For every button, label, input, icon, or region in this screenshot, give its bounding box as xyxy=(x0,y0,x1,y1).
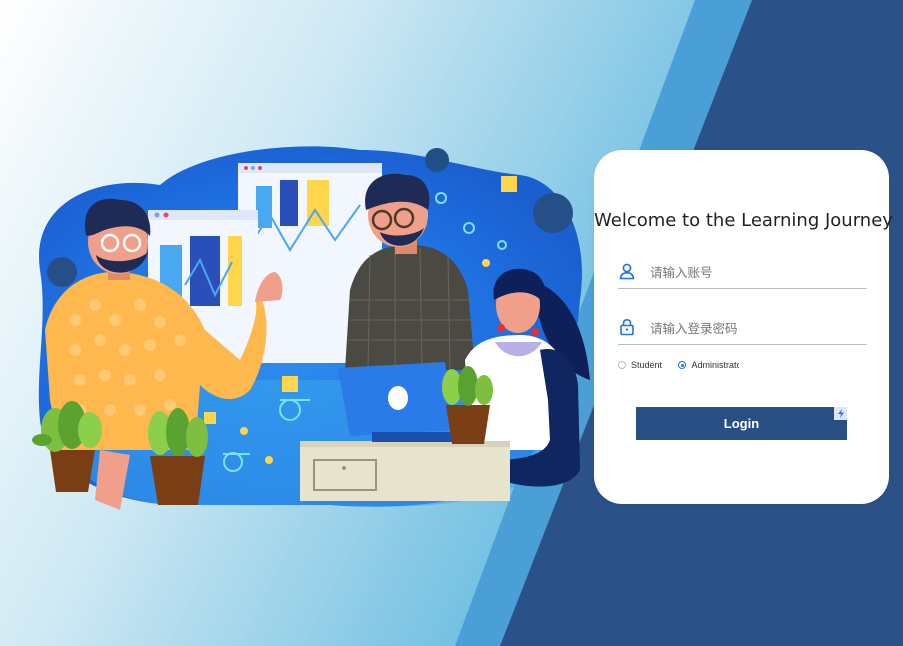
login-page: Welcome to the Learning Journey Student xyxy=(0,0,903,646)
login-button[interactable]: Login xyxy=(636,407,847,440)
deco-dot xyxy=(240,427,248,435)
role-label-administrator: Administrator xyxy=(691,360,740,370)
user-icon xyxy=(619,263,635,280)
lightning-icon xyxy=(834,407,847,420)
role-option-student[interactable]: Student xyxy=(618,360,662,370)
administrator-radio[interactable] xyxy=(678,361,687,369)
deco-dot xyxy=(265,456,273,464)
role-option-administrator[interactable]: Administrator xyxy=(678,360,739,370)
password-field[interactable] xyxy=(618,314,867,345)
page-title: Welcome to the Learning Journey xyxy=(594,210,893,231)
username-input[interactable] xyxy=(650,261,860,283)
laptop xyxy=(338,362,455,442)
password-input[interactable] xyxy=(650,317,860,339)
deco-circle xyxy=(533,193,573,233)
role-label-student: Student xyxy=(631,360,663,370)
desk xyxy=(300,441,510,501)
plant-middle xyxy=(148,408,208,505)
deco-square xyxy=(204,412,216,424)
deco-square xyxy=(501,176,517,192)
username-field[interactable] xyxy=(618,258,867,289)
deco-square xyxy=(282,376,298,392)
role-selector: Student Administrator xyxy=(618,356,748,370)
deco-circle xyxy=(47,257,77,287)
deco-dot xyxy=(482,259,490,267)
deco-circle xyxy=(425,148,449,172)
login-card: Welcome to the Learning Journey Student xyxy=(594,150,893,504)
student-radio[interactable] xyxy=(618,361,626,369)
lock-icon xyxy=(620,318,634,336)
